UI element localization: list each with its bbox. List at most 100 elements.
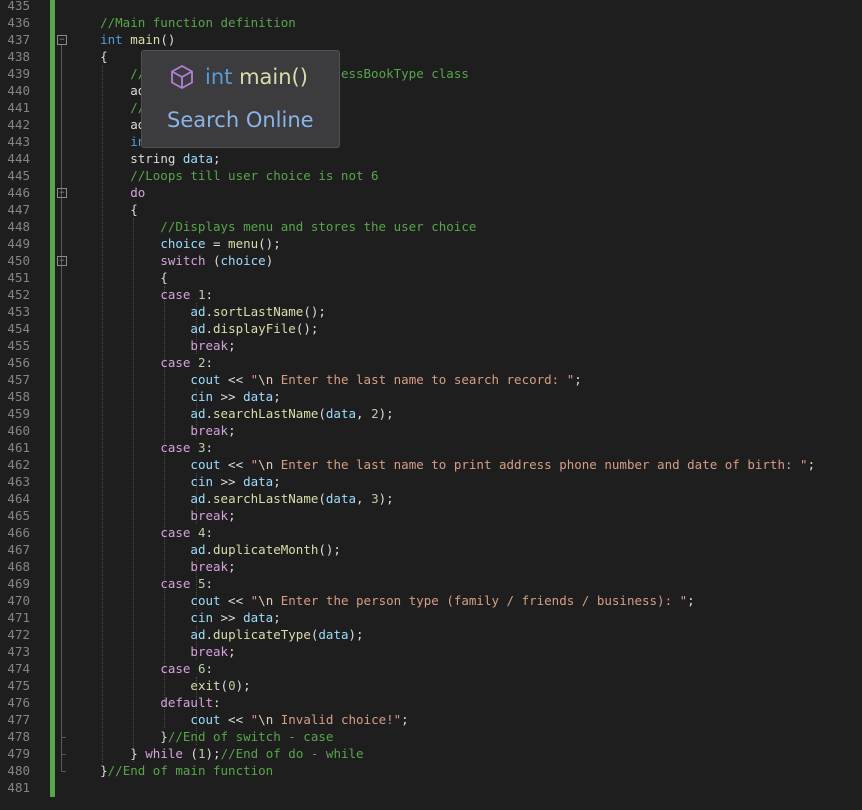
code-line[interactable]: //Displays menu and stores the user choi… [70, 218, 476, 235]
code-token: while [145, 746, 183, 761]
code-token: \n [258, 372, 274, 387]
code-editor[interactable]: 435 436 437 438 439 440 441 442 443 444 445 446 447 4… [0, 0, 862, 810]
code-line[interactable]: cin >> data; [70, 609, 280, 626]
code-token: // [70, 66, 146, 81]
code-line[interactable]: break; [70, 507, 235, 524]
line-number: 471 [7, 610, 30, 625]
line-number: 439 [7, 66, 30, 81]
code-token: break [190, 508, 229, 523]
code-line[interactable]: case 4: [70, 524, 213, 541]
line-number: 456 [7, 355, 30, 370]
code-line[interactable]: ad.searchLastName(data, 3); [70, 490, 393, 507]
code-line[interactable]: break; [70, 558, 235, 575]
code-token: ad [190, 406, 206, 421]
line-number: 468 [7, 559, 30, 574]
code-token: ( [220, 678, 229, 693]
line-number: 446 [7, 185, 30, 200]
code-line[interactable]: switch (choice) [70, 252, 273, 269]
code-token: in [70, 134, 146, 149]
code-token: ; [228, 644, 236, 659]
code-token: : [205, 525, 214, 540]
line-number: 441 [7, 100, 30, 115]
line-number: 452 [7, 287, 30, 302]
code-line[interactable]: break; [70, 643, 236, 660]
code-line[interactable]: }//End of main function [70, 762, 273, 779]
code-line[interactable]: //Loops till user choice is not 6 [70, 167, 378, 184]
code-line[interactable]: choice = menu(); [70, 235, 281, 252]
code-line[interactable]: case 5: [70, 575, 213, 592]
line-number: 447 [7, 202, 30, 217]
line-number: 437 [7, 32, 30, 47]
code-line[interactable]: ad.sortLastName(); [70, 303, 325, 320]
code-line[interactable]: int main() [70, 31, 175, 48]
line-number: 466 [7, 525, 30, 540]
code-token: //End of do - while [220, 746, 364, 761]
code-token: case [160, 576, 191, 591]
code-line[interactable]: } while (1);//End of do - while [70, 745, 364, 762]
code-line[interactable]: ad.duplicateType(data); [70, 626, 363, 643]
code-line[interactable]: string data; [70, 150, 220, 167]
code-line[interactable]: cin >> data; [70, 388, 280, 405]
code-line[interactable]: case 1: [70, 286, 213, 303]
code-line[interactable]: ad.duplicateMonth(); [70, 541, 341, 558]
code-token: //Main function definition [70, 15, 296, 30]
code-line[interactable]: break; [70, 337, 235, 354]
line-number: 454 [7, 321, 30, 336]
code-line[interactable]: ad [70, 116, 145, 133]
code-line[interactable]: cout << "\n Invalid choice!"; [70, 711, 408, 728]
fold-toggle-icon[interactable]: − [57, 256, 67, 266]
line-number: 465 [7, 508, 30, 523]
code-line[interactable]: { [70, 269, 168, 286]
code-token: 1 [197, 746, 206, 761]
search-online-link[interactable]: Search Online [167, 108, 314, 132]
code-line[interactable]: ad.searchLastName(data, 2); [70, 405, 393, 422]
line-number: 445 [7, 168, 30, 183]
code-token: } [70, 763, 108, 778]
code-line[interactable]: do [70, 184, 145, 201]
code-line[interactable]: cout << "\n Enter the last name to print… [70, 456, 815, 473]
code-line[interactable]: ad.displayFile(); [70, 320, 318, 337]
code-line[interactable]: ad [70, 82, 145, 99]
code-line[interactable]: { [70, 201, 138, 218]
line-number: 472 [7, 627, 30, 642]
line-number: 470 [7, 593, 30, 608]
code-line[interactable]: case 6: [70, 660, 213, 677]
code-token: cin [190, 389, 213, 404]
line-number: 460 [7, 423, 30, 438]
code-line[interactable]: { [70, 48, 108, 65]
code-line[interactable]: exit(0); [70, 677, 250, 694]
code-token: (); [258, 236, 281, 251]
line-number: 457 [7, 372, 30, 387]
code-line[interactable]: in [70, 133, 145, 150]
code-line[interactable]: //Main function definition [70, 14, 296, 31]
code-line[interactable]: cin >> data; [70, 473, 280, 490]
code-line[interactable]: case 3: [70, 439, 213, 456]
code-token: ad [190, 491, 206, 506]
code-line[interactable]: cout << "\n Enter the last name to searc… [70, 371, 581, 388]
fold-toggle-icon[interactable]: − [57, 188, 67, 198]
fold-toggle-icon[interactable]: − [57, 35, 67, 45]
code-token: cin [190, 610, 213, 625]
code-token: string [130, 151, 176, 166]
code-line[interactable]: default: [70, 694, 221, 711]
code-line[interactable]: // [70, 99, 145, 116]
code-line[interactable]: cout << "\n Enter the person type (famil… [70, 592, 694, 609]
code-line[interactable]: break; [70, 422, 235, 439]
code-token: : [213, 695, 221, 710]
line-number: 461 [7, 440, 30, 455]
code-token: switch [160, 253, 206, 268]
code-line[interactable]: }//End of switch - case [70, 728, 333, 745]
code-line[interactable]: case 2: [70, 354, 213, 371]
